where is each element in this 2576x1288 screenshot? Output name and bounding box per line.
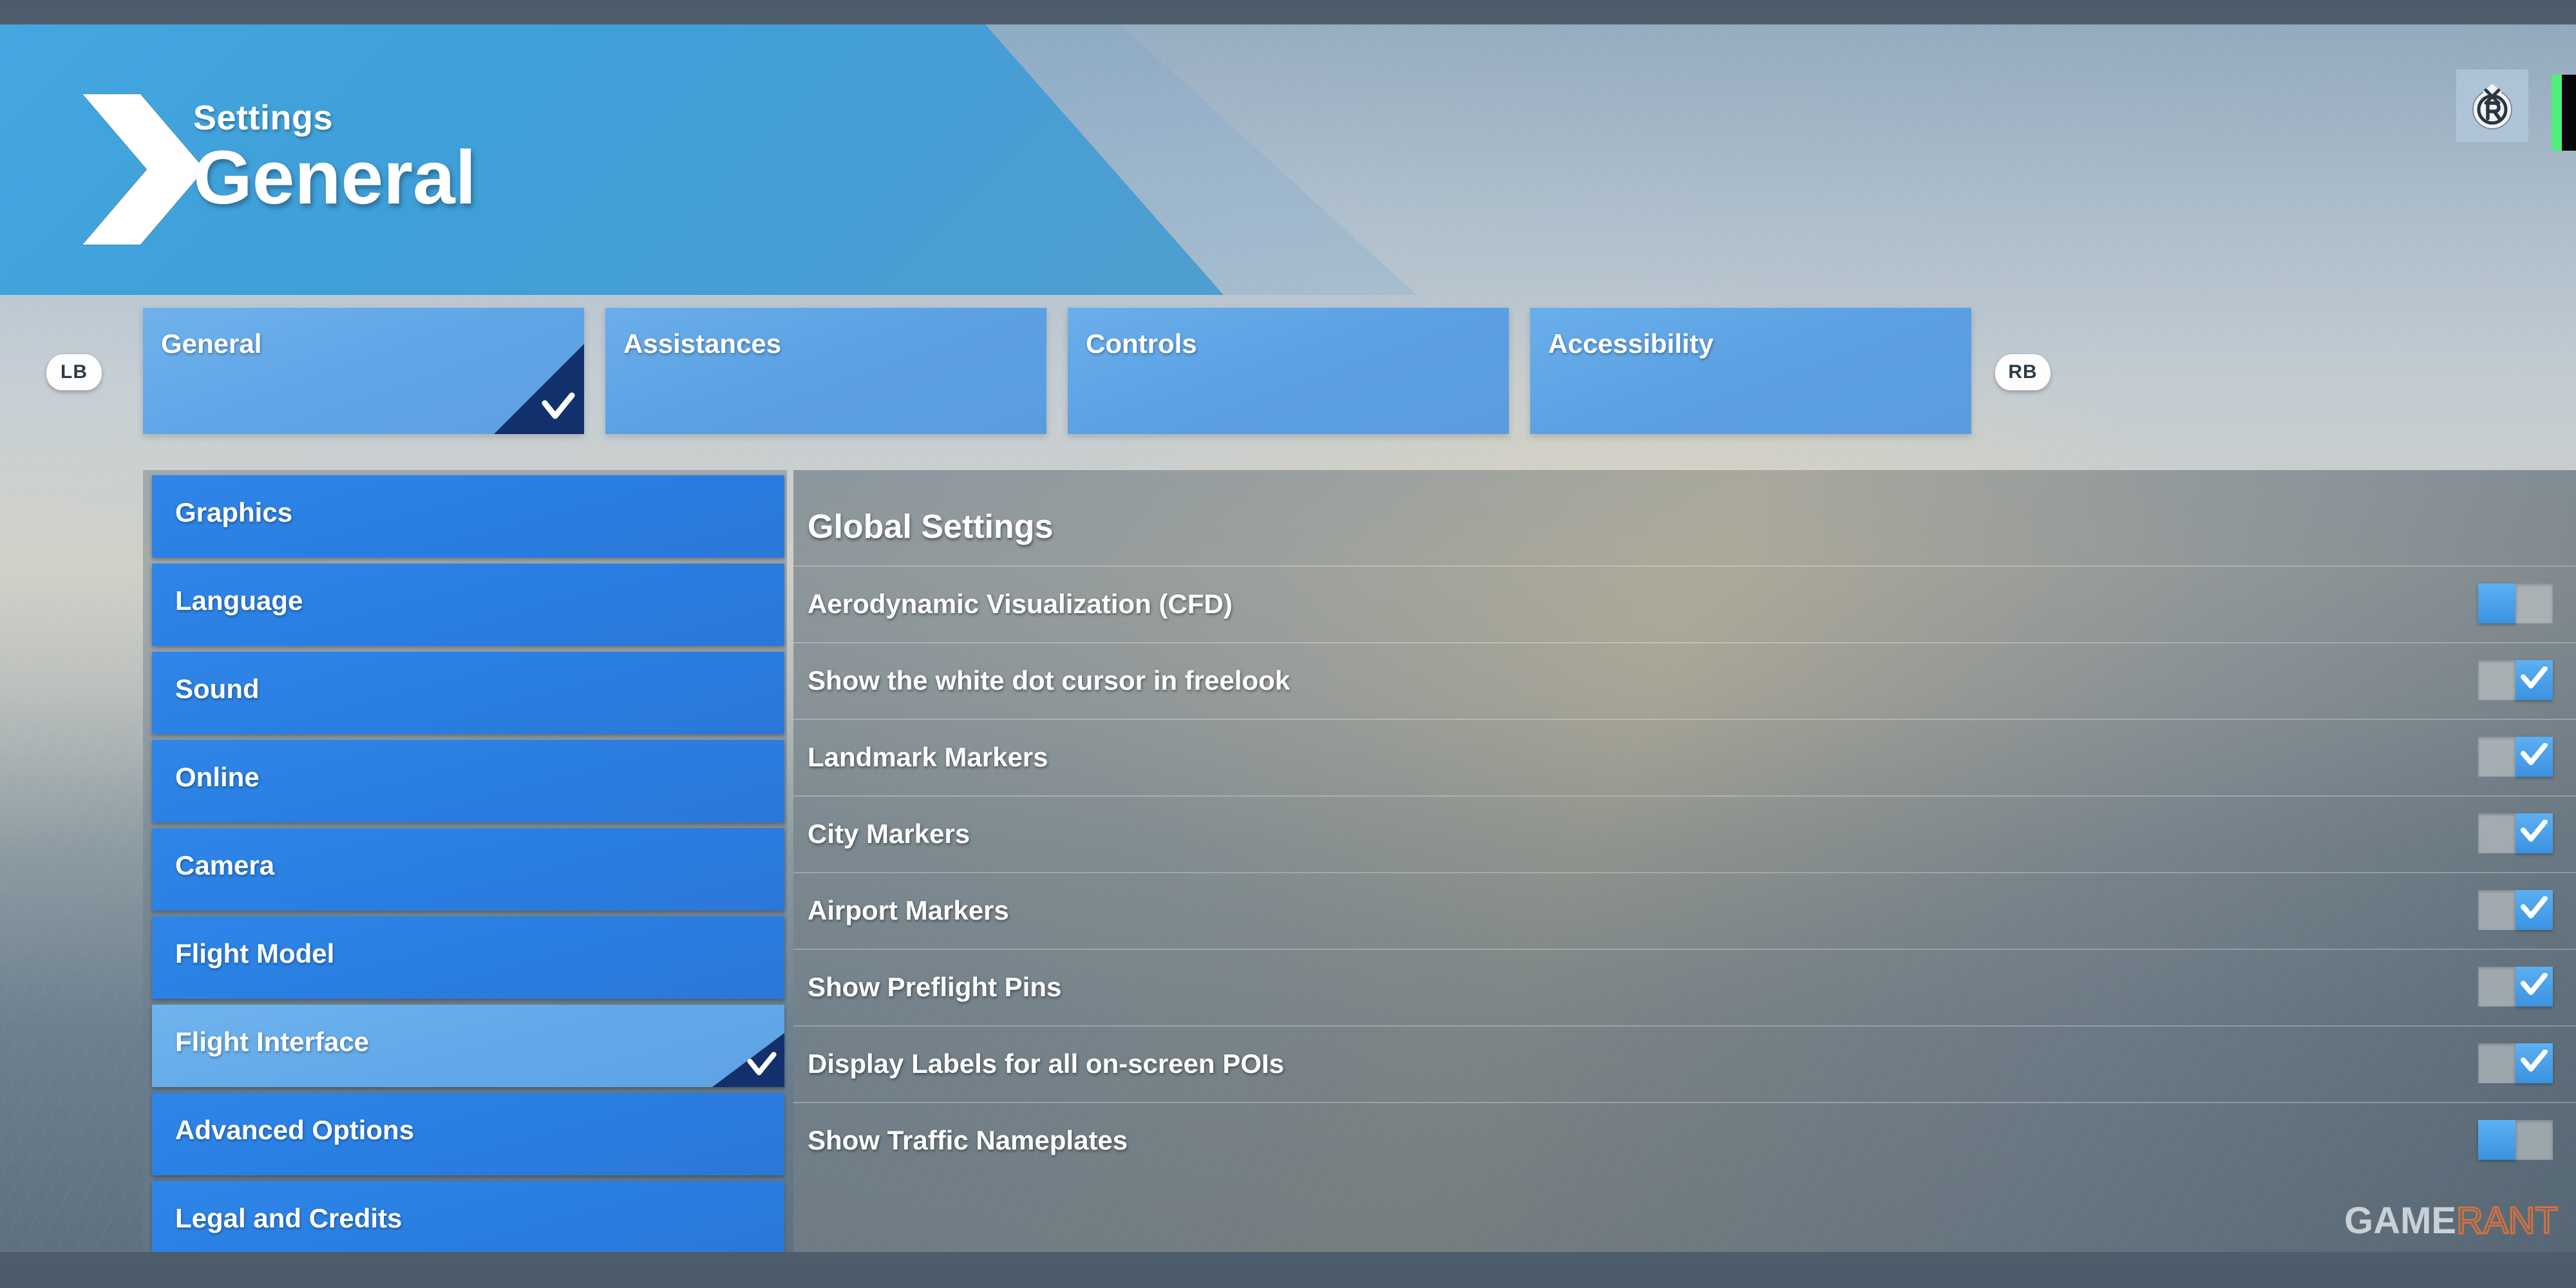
tab-accessibility-label: Accessibility — [1548, 328, 1714, 359]
settings-category-sidebar: Graphics Language Sound Online Camera Fl… — [143, 470, 787, 1252]
toggle-knob — [2515, 890, 2553, 930]
check-icon — [2521, 667, 2548, 688]
toggle-knob — [2515, 813, 2553, 853]
settings-main-panel: Global Settings Aerodynamic Visualizatio… — [793, 470, 2576, 1252]
black-edge-strip — [2562, 75, 2576, 151]
toggle-knob — [2515, 967, 2553, 1007]
setting-label: Show Traffic Nameplates — [808, 1125, 1128, 1155]
sidebar-item-label: Online — [175, 762, 260, 792]
setting-label: Show the white dot cursor in freelook — [808, 665, 1291, 696]
bumper-rb-label: RB — [2008, 361, 2038, 383]
setting-label: Landmark Markers — [808, 742, 1048, 772]
toggle-show-traffic-nameplates[interactable] — [2478, 1120, 2553, 1160]
watermark-rant-text: RANT — [2456, 1199, 2559, 1243]
check-icon — [2521, 1050, 2548, 1072]
setting-label: Airport Markers — [808, 895, 1009, 925]
sidebar-item-label: Sound — [175, 674, 260, 704]
check-icon — [2521, 973, 2548, 995]
toggle-aerodynamic-visualization[interactable] — [2478, 583, 2553, 623]
setting-row-city-markers[interactable]: City Markers — [793, 795, 2576, 872]
sidebar-item-label: Flight Model — [175, 938, 335, 969]
settings-tab-bar: LB General Assistances Controls Accessib… — [0, 308, 2576, 437]
toggle-knob — [2515, 1043, 2553, 1083]
check-icon — [2521, 820, 2548, 842]
sidebar-item-online[interactable]: Online — [152, 740, 784, 822]
watermark-game-text: GAME — [2344, 1200, 2457, 1242]
sidebar-item-sound[interactable]: Sound — [152, 652, 784, 734]
sidebar-item-label: Camera — [175, 850, 275, 880]
toggle-white-dot-cursor[interactable] — [2478, 660, 2553, 700]
gamerant-watermark: GAME RANT — [2344, 1199, 2559, 1243]
sidebar-item-language[interactable]: Language — [152, 564, 784, 646]
sidebar-item-label: Flight Interface — [175, 1027, 370, 1057]
tab-assistances[interactable]: Assistances — [605, 308, 1046, 434]
check-icon — [2521, 896, 2548, 918]
settings-rows-list: Aerodynamic Visualization (CFD) Show the… — [793, 565, 2576, 1179]
tab-controls[interactable]: Controls — [1068, 308, 1509, 434]
sidebar-item-graphics[interactable]: Graphics — [152, 475, 784, 558]
tab-assistances-label: Assistances — [623, 328, 782, 359]
tab-general-label: General — [161, 328, 262, 359]
setting-label: City Markers — [808, 819, 971, 849]
tab-accessibility[interactable]: Accessibility — [1530, 308, 1971, 434]
sidebar-item-camera[interactable]: Camera — [152, 828, 784, 911]
sidebar-item-legal-and-credits[interactable]: Legal and Credits — [152, 1181, 784, 1252]
setting-row-aerodynamic-visualization[interactable]: Aerodynamic Visualization (CFD) — [793, 565, 2576, 642]
header-kicker: Settings — [193, 99, 334, 137]
sidebar-item-label: Language — [175, 585, 303, 616]
panel-heading: Global Settings — [808, 508, 1054, 545]
toggle-airport-markers[interactable] — [2478, 890, 2553, 930]
check-icon — [747, 1052, 777, 1075]
toggle-knob — [2515, 737, 2553, 777]
setting-row-show-preflight-pins[interactable]: Show Preflight Pins — [793, 949, 2576, 1025]
sidebar-item-label: Legal and Credits — [175, 1203, 402, 1233]
check-icon — [542, 392, 575, 419]
tab-general[interactable]: General — [143, 308, 584, 434]
toggle-knob — [2478, 583, 2515, 623]
header-text-block: Settings General — [193, 100, 476, 216]
bumper-lb-label: LB — [61, 361, 88, 383]
chevron-right-icon — [80, 93, 206, 245]
setting-row-airport-markers[interactable]: Airport Markers — [793, 872, 2576, 949]
tab-controls-label: Controls — [1086, 328, 1197, 359]
setting-label: Show Preflight Pins — [808, 972, 1062, 1002]
bumper-hint-rb[interactable]: RB — [1995, 354, 2050, 390]
check-icon — [2521, 743, 2548, 765]
toggle-knob — [2515, 660, 2553, 700]
setting-label: Aerodynamic Visualization (CFD) — [808, 589, 1233, 619]
setting-row-landmark-markers[interactable]: Landmark Markers — [793, 719, 2576, 795]
toggle-knob — [2478, 1120, 2515, 1160]
right-stick-button-icon[interactable] — [2464, 77, 2521, 134]
sidebar-item-label: Graphics — [175, 497, 293, 527]
setting-row-white-dot-cursor[interactable]: Show the white dot cursor in freelook — [793, 642, 2576, 719]
page-title: General — [193, 135, 477, 220]
toggle-show-preflight-pins[interactable] — [2478, 967, 2553, 1007]
sidebar-item-label: Advanced Options — [175, 1115, 415, 1145]
setting-row-show-traffic-nameplates[interactable]: Show Traffic Nameplates — [793, 1102, 2576, 1179]
bumper-hint-lb[interactable]: LB — [46, 354, 102, 390]
sidebar-item-flight-interface[interactable]: Flight Interface — [152, 1005, 784, 1087]
page-header: Settings General — [0, 24, 1674, 295]
sidebar-item-flight-model[interactable]: Flight Model — [152, 916, 784, 999]
green-edge-strip — [2552, 75, 2562, 151]
setting-label: Display Labels for all on-screen POIs — [808, 1048, 1284, 1079]
bottom-letterbox-bar — [0, 1252, 2576, 1288]
top-letterbox-bar — [0, 0, 2576, 24]
toggle-landmark-markers[interactable] — [2478, 737, 2553, 777]
toggle-display-labels-pois[interactable] — [2478, 1043, 2553, 1083]
setting-row-display-labels-pois[interactable]: Display Labels for all on-screen POIs — [793, 1025, 2576, 1102]
toggle-city-markers[interactable] — [2478, 813, 2553, 853]
sidebar-item-advanced-options[interactable]: Advanced Options — [152, 1093, 784, 1175]
